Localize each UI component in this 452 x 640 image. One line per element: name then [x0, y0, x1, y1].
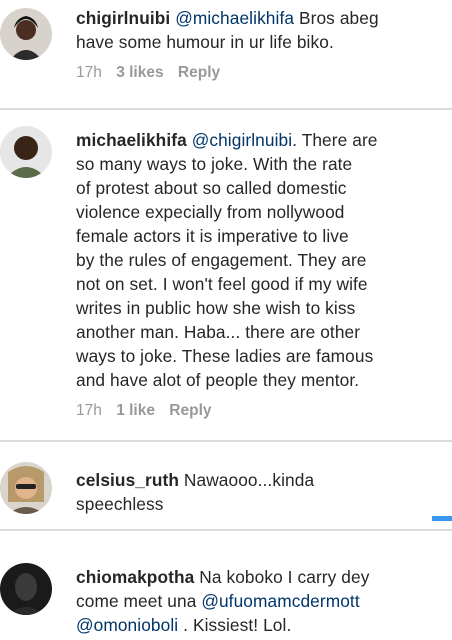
- comment-text-line: by the rules of engagement. They are: [76, 250, 367, 270]
- comment-text: chiomakpotha Na koboko I carry dey come …: [76, 565, 442, 637]
- comment-username[interactable]: chigirlnuibi: [76, 8, 170, 28]
- avatar[interactable]: [0, 563, 52, 615]
- comment-username[interactable]: michaelikhifa: [76, 130, 187, 150]
- comment-meta: 17h 3 likes Reply: [76, 64, 230, 82]
- comment-text-line: ways to joke. These ladies are famous: [76, 346, 374, 366]
- comment-text-line: have some humour in ur life biko.: [76, 32, 334, 52]
- comment-username[interactable]: celsius_ruth: [76, 470, 179, 490]
- likes-count[interactable]: 3 likes: [116, 64, 163, 81]
- comment-text: chigirlnuibi @michaelikhifa Bros abeg ha…: [76, 6, 442, 54]
- comment-text-line: speechless: [76, 494, 164, 514]
- comment-text-line: Bros abeg: [298, 8, 379, 28]
- comment-item: michaelikhifa @chigirlnuibi. There are s…: [0, 110, 452, 440]
- comment-item: celsius_ruth Nawaooo...kinda speechless: [0, 442, 452, 530]
- avatar[interactable]: [0, 126, 52, 178]
- comment-item: chiomakpotha Na koboko I carry dey come …: [0, 531, 452, 640]
- comment-meta: 17h 1 like Reply: [76, 402, 222, 420]
- comment-text-line: Na koboko I carry dey: [199, 567, 370, 587]
- mention-link[interactable]: @ufuomamcdermott: [201, 591, 359, 611]
- reply-button[interactable]: Reply: [178, 64, 220, 81]
- avatar-image: [0, 462, 52, 514]
- comment-username[interactable]: chiomakpotha: [76, 567, 194, 587]
- comment-text-line: and have alot of people they mentor.: [76, 370, 360, 390]
- comment-text-line: . There are: [292, 130, 378, 150]
- comment-text-line: violence expecially from nollywood: [76, 202, 345, 222]
- comment-text: celsius_ruth Nawaooo...kinda speechless: [76, 468, 442, 516]
- comment-time: 17h: [76, 64, 102, 81]
- mention-link[interactable]: @chigirlnuibi: [192, 130, 293, 150]
- comment-text-line: come meet una: [76, 591, 197, 611]
- avatar-image: [0, 126, 52, 178]
- comment-text-line: Nawaooo...kinda: [183, 470, 315, 490]
- avatar[interactable]: [0, 8, 52, 60]
- comment-time: 17h: [76, 402, 102, 419]
- comment-text-line: another man. Haba... there are other: [76, 322, 361, 342]
- scroll-indicator: [432, 516, 452, 521]
- comment-text-line: . Kissiest! Lol.: [178, 615, 292, 635]
- mention-link[interactable]: @omonioboli: [76, 615, 178, 635]
- comment-text-line: female actors it is imperative to live: [76, 226, 349, 246]
- mention-link[interactable]: @michaelikhifa: [175, 8, 294, 28]
- reply-button[interactable]: Reply: [169, 402, 211, 419]
- comment-text: michaelikhifa @chigirlnuibi. There are s…: [76, 128, 442, 392]
- avatar-image: [0, 8, 52, 60]
- avatar[interactable]: [0, 462, 52, 514]
- likes-count[interactable]: 1 like: [116, 402, 155, 419]
- comment-text-line: not on set. I won't feel good if my wife: [76, 274, 368, 294]
- avatar-image: [0, 563, 52, 615]
- comment-text-line: so many ways to joke. With the rate: [76, 154, 353, 174]
- comment-text-line: writes in public how she wish to kiss: [76, 298, 356, 318]
- comment-item: chigirlnuibi @michaelikhifa Bros abeg ha…: [0, 0, 452, 110]
- comment-text-line: of protest about so called domestic: [76, 178, 347, 198]
